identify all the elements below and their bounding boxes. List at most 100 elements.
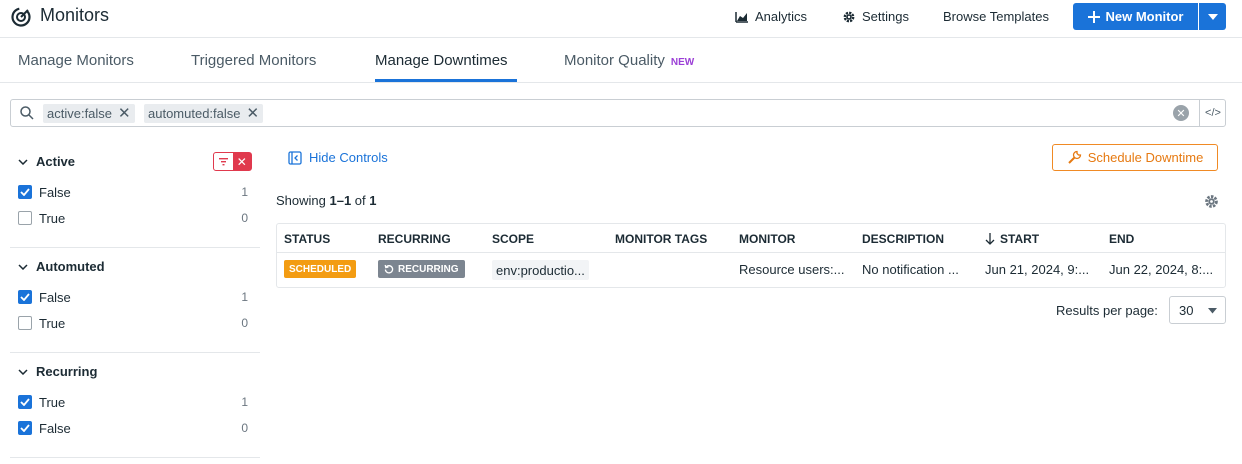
search-chip[interactable]: active:false ✕ [43,104,135,123]
analytics-label: Analytics [755,9,808,24]
column-header-scope[interactable]: SCOPE [492,232,534,246]
facet-option-count: 1 [241,395,248,409]
chevron-down-icon [1207,13,1218,20]
recurring-badge-label: RECURRING [398,263,459,275]
plus-icon [1087,10,1100,23]
divider [10,352,260,353]
checkbox[interactable] [18,316,32,330]
tab-manage-downtimes[interactable]: Manage Downtimes [375,52,508,69]
facet-option-label: False [39,289,71,305]
facet-title-label: Active [36,154,76,169]
schedule-downtime-button[interactable]: Schedule Downtime [1052,144,1218,171]
checkbox[interactable] [18,211,32,225]
facet-option-count: 1 [241,290,248,304]
column-header-recurring[interactable]: RECURRING [378,232,451,246]
tab-monitor-quality[interactable]: Monitor Quality NEW [564,52,694,69]
results-per-page-select[interactable]: 30 [1169,296,1226,324]
new-monitor-label: New Monitor [1105,9,1184,24]
hide-controls-link[interactable]: Hide Controls [288,150,388,165]
column-header-description[interactable]: DESCRIPTION [862,232,944,246]
chevron-down-icon [1208,308,1217,314]
wrench-icon [1067,150,1081,164]
facet-option-count: 0 [241,316,248,330]
facet-title[interactable]: Automuted [18,259,105,274]
facet-option-label: False [39,420,71,436]
status-badge: SCHEDULED [284,260,357,278]
facet-title-label: Automuted [36,259,105,274]
facet-option-count: 0 [241,421,248,435]
clear-search-icon[interactable]: ✕ [1173,105,1189,121]
facet-option[interactable]: False 0 [18,418,248,438]
facet-option[interactable]: True 0 [18,208,248,228]
scope-tag: env:productio... [492,260,589,280]
app-header: Monitors Analytics Settings Browse Templ… [0,0,1242,36]
chevron-down-icon [18,263,28,270]
row-divider [277,252,1225,253]
analytics-icon [735,11,748,23]
remove-chip-icon[interactable]: ✕ [247,106,260,121]
search-bar[interactable]: active:false ✕ automuted:false ✕ ✕ </> [10,99,1226,127]
active-tab-indicator [375,79,517,82]
chevron-down-icon [18,368,28,375]
showing-prefix: Showing [276,193,330,208]
column-header-status[interactable]: STATUS [284,232,330,246]
end-cell: Jun 22, 2024, 8:... [1109,262,1214,277]
facet-title[interactable]: Recurring [18,364,97,379]
facet-option-label: True [39,394,66,410]
remove-chip-icon[interactable]: ✕ [118,106,131,121]
table-settings-gear-icon[interactable] [1204,194,1219,209]
code-view-icon[interactable]: </> [1199,100,1226,126]
facet-option[interactable]: True 1 [18,392,248,412]
tab-bar: Manage Monitors Triggered Monitors Manag… [0,37,1242,83]
new-monitor-dropdown-button[interactable] [1199,3,1226,30]
settings-label: Settings [862,9,909,24]
browse-templates-link[interactable]: Browse Templates [943,9,1049,24]
new-badge: NEW [670,57,695,68]
showing-of: of [351,193,370,208]
search-icon [20,106,34,120]
tab-monitor-quality-label: Monitor Quality [564,52,665,69]
facet-option[interactable]: False 1 [18,182,248,202]
hide-controls-label: Hide Controls [309,150,388,165]
sort-descending-icon [985,233,995,245]
results-per-page-value: 30 [1179,302,1194,318]
facet-title-label: Recurring [36,364,98,379]
start-cell: Jun 21, 2024, 9:... [985,262,1090,277]
description-cell: No notification ... [862,262,959,277]
checkbox[interactable] [18,290,32,304]
search-chip[interactable]: automuted:false ✕ [144,104,264,123]
clear-facets-icon[interactable]: ✕ [232,153,251,170]
showing-range: 1–1 [329,193,352,208]
monitor-cell: Resource users:... [739,262,845,277]
page-title: Monitors [40,5,110,25]
checkbox[interactable] [18,185,32,199]
schedule-downtime-label: Schedule Downtime [1087,150,1204,165]
downtimes-table: STATUS RECURRING SCOPE MONITOR TAGS MONI… [276,223,1226,288]
tab-triggered-monitors[interactable]: Triggered Monitors [191,52,316,69]
column-header-monitor[interactable]: MONITOR [739,232,795,246]
browse-templates-label: Browse Templates [943,9,1049,24]
divider [10,457,260,458]
facet-title[interactable]: Active [18,154,75,169]
facet-actions: ✕ [213,152,252,171]
filter-icon[interactable] [214,153,233,170]
showing-total: 1 [369,193,377,208]
search-chip-label: active:false [47,106,113,121]
recurring-icon [384,264,394,274]
checkbox[interactable] [18,395,32,409]
facet-option-count: 1 [241,185,248,199]
search-chip-label: automuted:false [148,106,241,121]
settings-link[interactable]: Settings [842,9,909,24]
recurring-badge: RECURRING [378,260,465,278]
analytics-link[interactable]: Analytics [735,9,807,24]
checkbox[interactable] [18,421,32,435]
column-header-monitor-tags[interactable]: MONITOR TAGS [615,232,707,246]
results-summary: Showing 1–1 of 1 [276,193,377,208]
facet-option-label: False [39,184,71,200]
tab-manage-monitors[interactable]: Manage Monitors [18,52,134,69]
column-header-start[interactable]: START [985,232,1039,246]
column-header-end[interactable]: END [1109,232,1134,246]
facet-option[interactable]: False 1 [18,287,248,307]
facet-option[interactable]: True 0 [18,313,248,333]
new-monitor-button[interactable]: New Monitor [1073,3,1198,30]
